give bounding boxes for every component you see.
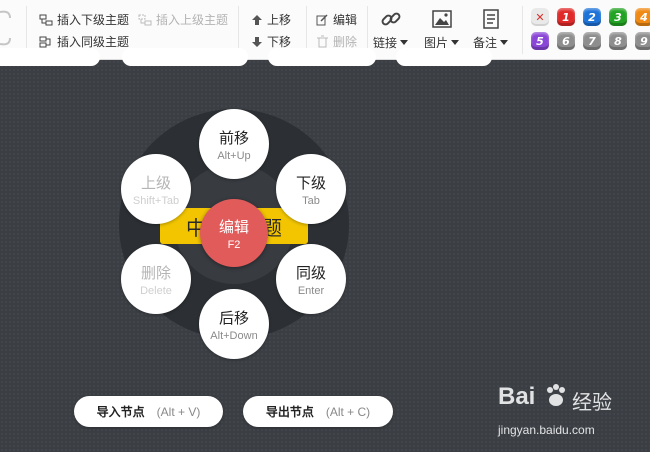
insert-child-button[interactable]: 插入下级主题 — [39, 11, 129, 28]
priority-3-button[interactable]: 3 — [609, 8, 627, 26]
move-down-shortcut: Alt+Down — [210, 329, 258, 342]
insert-child-icon — [39, 14, 53, 25]
edit-label: 编辑 — [333, 13, 358, 27]
edit-button[interactable]: 编辑 — [316, 11, 357, 28]
arrow-up-icon — [252, 14, 262, 25]
note-icon — [482, 9, 499, 29]
sibling-shortcut: Enter — [297, 284, 325, 297]
note-button[interactable]: 备注 — [473, 8, 509, 51]
insert-child-label: 插入下级主题 — [57, 13, 130, 27]
sibling-radial-label: 同级 — [295, 263, 326, 282]
insert-parent-icon — [138, 14, 152, 25]
insert-parent-label: 插入上级主题 — [156, 13, 229, 27]
move-up-radial-label: 前移 — [218, 128, 249, 147]
priority-1-button[interactable]: 1 — [557, 8, 575, 26]
move-up-button[interactable]: 上移 — [251, 11, 291, 28]
undo-icon — [0, 10, 11, 19]
undo-button[interactable] — [0, 8, 14, 26]
move-up-label: 上移 — [267, 13, 292, 27]
divider — [26, 6, 27, 54]
divider — [306, 6, 307, 54]
divider — [238, 6, 239, 54]
move-down-radial-button[interactable]: 后移 Alt+Down — [199, 289, 269, 359]
sibling-radial-button[interactable]: 同级 Enter — [276, 244, 346, 314]
priority-4-button[interactable]: 4 — [635, 8, 650, 26]
export-node-button[interactable]: 导出节点 (Alt + C) — [243, 396, 393, 427]
import-node-button[interactable]: 导入节点 (Alt + V) — [74, 396, 223, 427]
priority-9-button[interactable]: 9 — [635, 32, 650, 50]
export-node-label: 导出节点 — [265, 405, 314, 419]
move-down-radial-label: 后移 — [218, 308, 249, 327]
image-button[interactable]: 图片 — [424, 8, 460, 51]
mind-node[interactable] — [268, 48, 376, 66]
close-icon: ✕ — [535, 10, 545, 24]
link-icon — [381, 12, 400, 26]
export-node-shortcut: (Alt + C) — [325, 404, 371, 419]
move-up-radial-button[interactable]: 前移 Alt+Up — [199, 109, 269, 179]
insert-sibling-icon — [39, 36, 51, 47]
mind-node[interactable] — [122, 48, 248, 66]
image-icon — [431, 10, 452, 28]
import-node-shortcut: (Alt + V) — [156, 404, 201, 419]
link-label: 链接 — [373, 36, 398, 50]
mind-node[interactable] — [396, 48, 492, 66]
divider — [367, 6, 368, 54]
child-radial-label: 下级 — [295, 173, 326, 192]
parent-radial-button[interactable]: 上级 Shift+Tab — [121, 154, 191, 224]
priority-7-button[interactable]: 7 — [583, 32, 601, 50]
chevron-down-icon — [500, 40, 509, 45]
edit-shortcut: F2 — [227, 238, 241, 251]
redo-icon — [0, 37, 11, 46]
delete-radial-button[interactable]: 删除 Delete — [121, 244, 191, 314]
parent-radial-label: 上级 — [140, 173, 171, 192]
delete-shortcut: Delete — [140, 284, 172, 297]
mind-node[interactable] — [0, 48, 100, 66]
remove-priority-button[interactable]: ✕ — [531, 8, 549, 26]
arrow-down-icon — [252, 36, 262, 47]
edit-icon — [316, 14, 328, 26]
move-up-shortcut: Alt+Up — [217, 149, 251, 162]
insert-parent-button[interactable]: 插入上级主题 — [138, 11, 228, 28]
edit-radial-button[interactable]: 编辑 F2 — [200, 199, 268, 267]
import-node-label: 导入节点 — [96, 405, 145, 419]
baidu-watermark: Bai 经验 jingyan.baidu.com — [498, 383, 648, 445]
priority-8-button[interactable]: 8 — [609, 32, 627, 50]
trash-icon — [317, 35, 328, 48]
watermark-url: jingyan.baidu.com — [498, 423, 595, 437]
chevron-down-icon — [400, 40, 409, 45]
redo-button[interactable] — [0, 30, 14, 48]
priority-5-button[interactable]: 5 — [531, 32, 549, 50]
priority-2-button[interactable]: 2 — [583, 8, 601, 26]
watermark-brand: Bai — [498, 383, 536, 410]
parent-shortcut: Shift+Tab — [132, 194, 180, 207]
watermark-cn: 经验 — [572, 390, 612, 414]
child-radial-button[interactable]: 下级 Tab — [276, 154, 346, 224]
chevron-down-icon — [451, 40, 460, 45]
paw-icon — [547, 384, 565, 406]
priority-6-button[interactable]: 6 — [557, 32, 575, 50]
child-shortcut: Tab — [302, 194, 320, 207]
delete-radial-label: 删除 — [140, 263, 171, 282]
edit-radial-label: 编辑 — [218, 217, 249, 236]
divider — [522, 6, 523, 54]
link-button[interactable]: 链接 — [373, 8, 409, 51]
